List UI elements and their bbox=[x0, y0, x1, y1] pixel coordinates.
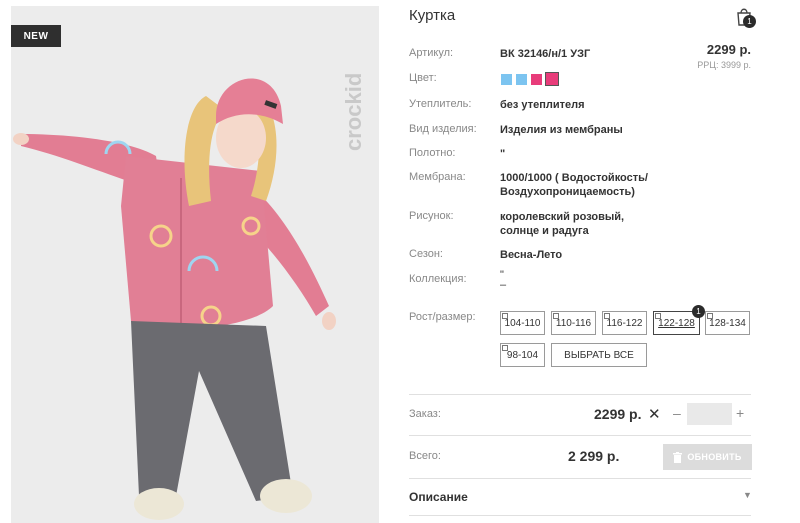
size-label: 104-110 bbox=[504, 317, 541, 329]
spec-value-pattern-1: королевский розовый, bbox=[500, 211, 625, 223]
spec-label-collection: Коллекция: bbox=[409, 273, 467, 285]
order-label: Заказ: bbox=[409, 408, 441, 420]
color-swatch-1[interactable] bbox=[501, 74, 512, 85]
refresh-button-label: ОБНОВИТЬ bbox=[687, 452, 742, 462]
color-swatch-4-selected[interactable] bbox=[545, 72, 559, 86]
size-option-110-116[interactable]: 110-116 bbox=[551, 311, 596, 335]
product-title: Куртка bbox=[409, 7, 456, 24]
size-label: 110-116 bbox=[555, 317, 592, 329]
price-rrp: РРЦ: 3999 р. bbox=[697, 60, 751, 70]
size-label: 98-104 bbox=[506, 349, 539, 361]
trash-icon bbox=[673, 451, 683, 463]
brand-watermark: crockid bbox=[341, 73, 366, 151]
size-option-104-110[interactable]: 104-110 bbox=[500, 311, 545, 335]
divider bbox=[409, 435, 751, 436]
divider bbox=[409, 394, 751, 395]
spec-label-article: Артикул: bbox=[409, 47, 454, 59]
size-checkbox-icon bbox=[707, 313, 713, 319]
spec-label-insulation: Утеплитель: bbox=[409, 98, 472, 110]
product-image: crockid bbox=[11, 6, 379, 523]
spec-value-membrane-2: Воздухопроницаемость) bbox=[500, 186, 635, 198]
size-selected-count-badge: 1 bbox=[692, 305, 705, 318]
new-badge: NEW bbox=[11, 25, 61, 47]
increase-quantity-button[interactable]: + bbox=[736, 405, 744, 421]
spec-value-fabric: " bbox=[500, 148, 506, 160]
divider bbox=[409, 515, 751, 516]
size-label: 128-134 bbox=[709, 317, 746, 329]
spec-label-fabric: Полотно: bbox=[409, 147, 456, 159]
quantity-input[interactable] bbox=[687, 403, 732, 425]
spec-label-pattern: Рисунок: bbox=[409, 210, 454, 222]
size-checkbox-icon bbox=[502, 313, 508, 319]
size-option-116-122[interactable]: 116-122 bbox=[602, 311, 647, 335]
spec-value-pattern-2: солнце и радуга bbox=[500, 225, 589, 237]
product-photo: crockid bbox=[11, 6, 379, 523]
size-checkbox-icon bbox=[502, 345, 508, 351]
size-checkbox-icon bbox=[604, 313, 610, 319]
decrease-quantity-button[interactable]: – bbox=[673, 405, 681, 421]
select-all-sizes-button[interactable]: ВЫБРАТЬ ВСЕ bbox=[551, 343, 647, 367]
price: 2299 р. bbox=[706, 42, 751, 57]
total-label: Всего: bbox=[409, 450, 441, 462]
spec-label-membrane: Мембрана: bbox=[409, 171, 466, 183]
size-label: 116-122 bbox=[606, 317, 643, 329]
spec-label-size: Рост/размер: bbox=[409, 311, 476, 323]
refresh-button[interactable]: ОБНОВИТЬ bbox=[663, 444, 752, 470]
spec-label-color: Цвет: bbox=[409, 72, 437, 84]
spec-value-collection-2: – bbox=[500, 279, 507, 291]
size-checkbox-icon bbox=[553, 313, 559, 319]
color-swatch-3[interactable] bbox=[531, 74, 542, 85]
spec-value-membrane-1: 1000/1000 ( Водостойкость/ bbox=[500, 172, 648, 184]
spec-value-article: ВК 32146/н/1 УЗГ bbox=[500, 48, 591, 60]
total-value: 2 299 р. bbox=[568, 448, 620, 464]
spec-label-season: Сезон: bbox=[409, 248, 443, 260]
spec-label-type: Вид изделия: bbox=[409, 123, 477, 135]
size-option-128-134[interactable]: 128-134 bbox=[705, 311, 750, 335]
size-label: 122-128 bbox=[658, 317, 695, 329]
remove-order-icon[interactable]: ✕ bbox=[648, 405, 661, 423]
size-option-98-104[interactable]: 98-104 bbox=[500, 343, 545, 367]
divider bbox=[409, 478, 751, 479]
chevron-down-icon[interactable]: ▼ bbox=[743, 490, 752, 500]
cart-count-badge: 1 bbox=[743, 15, 756, 28]
order-price: 2299 р. bbox=[594, 406, 642, 422]
spec-value-insulation: без утеплителя bbox=[500, 99, 585, 111]
spec-value-season: Весна-Лето bbox=[500, 249, 563, 261]
size-checkbox-icon bbox=[655, 313, 661, 319]
color-swatch-2[interactable] bbox=[516, 74, 527, 85]
spec-value-type: Изделия из мембраны bbox=[500, 124, 623, 136]
description-toggle[interactable]: Описание bbox=[409, 490, 468, 504]
